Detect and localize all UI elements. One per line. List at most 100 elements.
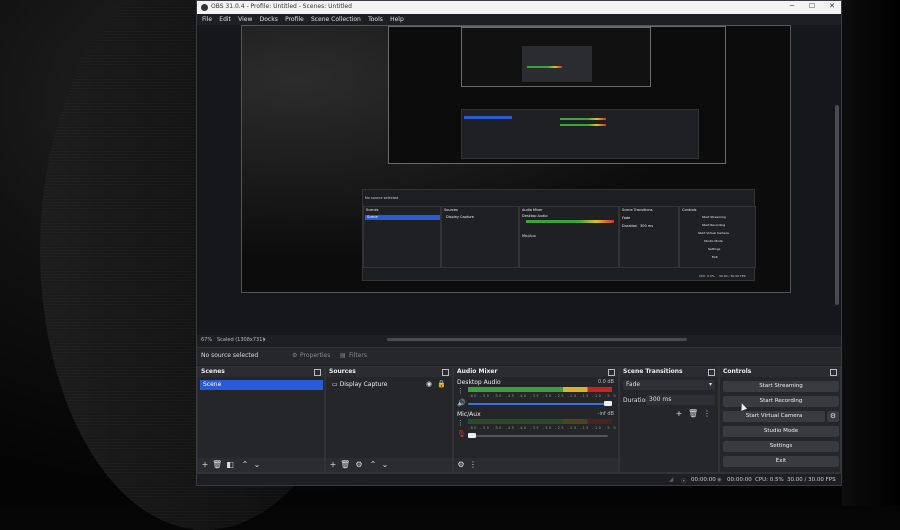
move-up-icon[interactable]: ⌃: [368, 460, 378, 470]
mixer-dock-title: Audio Mixer: [454, 367, 618, 377]
more-options-icon[interactable]: ⋮: [457, 419, 464, 427]
preview-horizontal-scrollbar[interactable]: [387, 338, 687, 341]
virtual-camera-gear-icon[interactable]: ⚙: [827, 411, 839, 422]
nested-controls-dock: Controls Start Streaming Start Recording…: [679, 206, 756, 268]
undock-icon[interactable]: [442, 369, 449, 376]
filters-button[interactable]: Filters: [349, 351, 367, 361]
nested-sources-dock: Sources Display Capture: [441, 206, 519, 268]
move-down-icon[interactable]: ⌄: [252, 460, 262, 470]
nested-controls-title: Controls: [682, 208, 697, 212]
desktop-audio-db: 0.0 dB: [597, 379, 614, 385]
fps-readout: 30.00 / 30.00 FPS: [787, 477, 836, 483]
nested-scene-item: Scene: [365, 215, 440, 220]
add-transition-icon[interactable]: +: [674, 409, 684, 419]
menu-file[interactable]: File: [202, 14, 212, 25]
mic-muted-icon[interactable]: 🎙: [457, 430, 466, 438]
menu-docks[interactable]: Docks: [260, 14, 278, 25]
mic-aux-volume-slider[interactable]: [468, 435, 608, 437]
chevron-down-icon[interactable]: ▾: [263, 337, 266, 343]
remove-scene-icon[interactable]: 🗑: [212, 460, 222, 470]
menu-edit[interactable]: Edit: [219, 14, 231, 25]
menu-tools[interactable]: Tools: [368, 14, 383, 25]
properties-button[interactable]: Properties: [300, 351, 330, 361]
preview-vertical-scrollbar[interactable]: [835, 105, 839, 305]
meter-ticks: -60 -55 -50 -45 -40 -35 -30 -25 -20 -15 …: [468, 394, 618, 398]
nested-meter: [526, 220, 614, 223]
undock-icon[interactable]: [314, 369, 321, 376]
scenes-toolbar: + 🗑 ◧ ⌃ ⌄: [198, 458, 324, 472]
audio-mixer-dock: Audio Mixer Desktop Audio 0.0 dB ⋮ -60 -…: [453, 366, 619, 473]
monitor-icon: ▭: [332, 381, 340, 388]
duration-spinbox[interactable]: 300 ms: [646, 395, 715, 405]
transition-select[interactable]: Fade ▾: [623, 380, 715, 390]
desktop-audio-volume-slider[interactable]: [468, 403, 604, 405]
visibility-eye-icon[interactable]: ◉: [426, 380, 432, 388]
no-source-label: No source selected: [201, 352, 259, 359]
nested-transitions-title: Scene Transitions: [622, 208, 653, 212]
source-properties-icon[interactable]: ⚙: [354, 460, 364, 470]
menu-scene-collection[interactable]: Scene Collection: [311, 14, 361, 25]
nested-settings: Settings: [708, 247, 721, 251]
transition-menu-icon[interactable]: ⋮: [702, 409, 712, 419]
maximize-icon[interactable]: ☐: [803, 2, 821, 10]
scene-filters-icon[interactable]: ◧: [225, 460, 235, 470]
undock-icon[interactable]: [608, 369, 615, 376]
mic-aux-meter: [468, 419, 612, 424]
controls-dock: Controls Start Streaming Start Recording…: [719, 366, 841, 473]
mixer-title: Audio Mixer: [457, 368, 498, 375]
nested-ui-panels: [461, 109, 699, 159]
menu-bar: File Edit View Docks Profile Scene Colle…: [197, 14, 841, 25]
desktop-edge: [842, 0, 900, 506]
minimize-icon[interactable]: ─: [783, 2, 801, 10]
menu-help[interactable]: Help: [390, 14, 404, 25]
menu-profile[interactable]: Profile: [285, 14, 304, 25]
gear-icon: ⚙: [292, 352, 298, 359]
remove-source-icon[interactable]: 🗑: [340, 460, 350, 470]
zoom-scale-select[interactable]: Scaled (1308x731): [217, 337, 264, 343]
menu-view[interactable]: View: [238, 14, 252, 25]
settings-button[interactable]: Settings: [723, 441, 839, 452]
scene-list-item[interactable]: Scene: [200, 380, 323, 390]
nested-start-virtual-camera: Start Virtual Camera: [698, 231, 729, 235]
add-source-icon[interactable]: +: [328, 460, 338, 470]
desktop-audio-volume-knob[interactable]: [604, 401, 612, 406]
scenes-dock: Scenes Scene + 🗑 ◧ ⌃ ⌄: [197, 366, 325, 473]
more-options-icon[interactable]: ⋮: [457, 387, 464, 395]
zoom-percent: 67%: [201, 337, 213, 343]
lock-icon[interactable]: 🔒: [437, 380, 446, 388]
undock-icon[interactable]: [830, 369, 837, 376]
nested-cpu: CPU: 0.5%: [699, 274, 715, 278]
mixer-menu-icon[interactable]: ⋮: [468, 460, 478, 470]
close-icon[interactable]: ✕: [823, 2, 841, 10]
mixer-toolbar: ⚙ ⋮: [454, 458, 618, 472]
speaker-icon[interactable]: 🔊: [457, 399, 466, 407]
preview-area[interactable]: No source selected Scenes Scene Sources …: [197, 25, 841, 335]
obs-window: OBS 31.0.4 - Profile: Untitled - Scenes:…: [196, 0, 842, 486]
nested-transitions-dock: Scene Transitions Fade Duration 300 ms: [619, 206, 679, 268]
sources-dock-title: Sources: [326, 367, 452, 377]
record-status-icon: ◉: [717, 477, 722, 483]
remove-transition-icon[interactable]: 🗑: [688, 409, 698, 419]
advanced-audio-gear-icon[interactable]: ⚙: [456, 460, 466, 470]
mic-aux-volume-knob[interactable]: [468, 433, 476, 438]
nested-scenes-dock: Scenes Scene: [363, 206, 441, 268]
obs-logo-icon: [201, 4, 208, 11]
start-streaming-button[interactable]: Start Streaming: [723, 381, 839, 392]
exit-button[interactable]: Exit: [723, 456, 839, 467]
desktop-audio-label: Desktop Audio: [457, 379, 501, 386]
nested-preview-1: [388, 26, 726, 164]
transition-selected-value: Fade: [626, 381, 641, 388]
controls-dock-title: Controls: [720, 367, 840, 377]
start-virtual-camera-button[interactable]: Start Virtual Camera: [723, 411, 825, 422]
undock-icon[interactable]: [708, 369, 715, 376]
move-up-icon[interactable]: ⌃: [240, 460, 250, 470]
desktop-audio-meter: [468, 387, 612, 392]
stream-time: 00:00:00: [691, 477, 716, 483]
studio-mode-button[interactable]: Studio Mode: [723, 426, 839, 437]
preview-canvas[interactable]: No source selected Scenes Scene Sources …: [241, 25, 791, 293]
move-down-icon[interactable]: ⌄: [380, 460, 390, 470]
zoom-bar: 67% Scaled (1308x731) ▾: [197, 335, 841, 347]
controls-title: Controls: [723, 368, 752, 375]
add-scene-icon[interactable]: +: [200, 460, 210, 470]
nested-mixer-dock: Audio Mixer Desktop Audio Mic/Aux: [519, 206, 619, 268]
